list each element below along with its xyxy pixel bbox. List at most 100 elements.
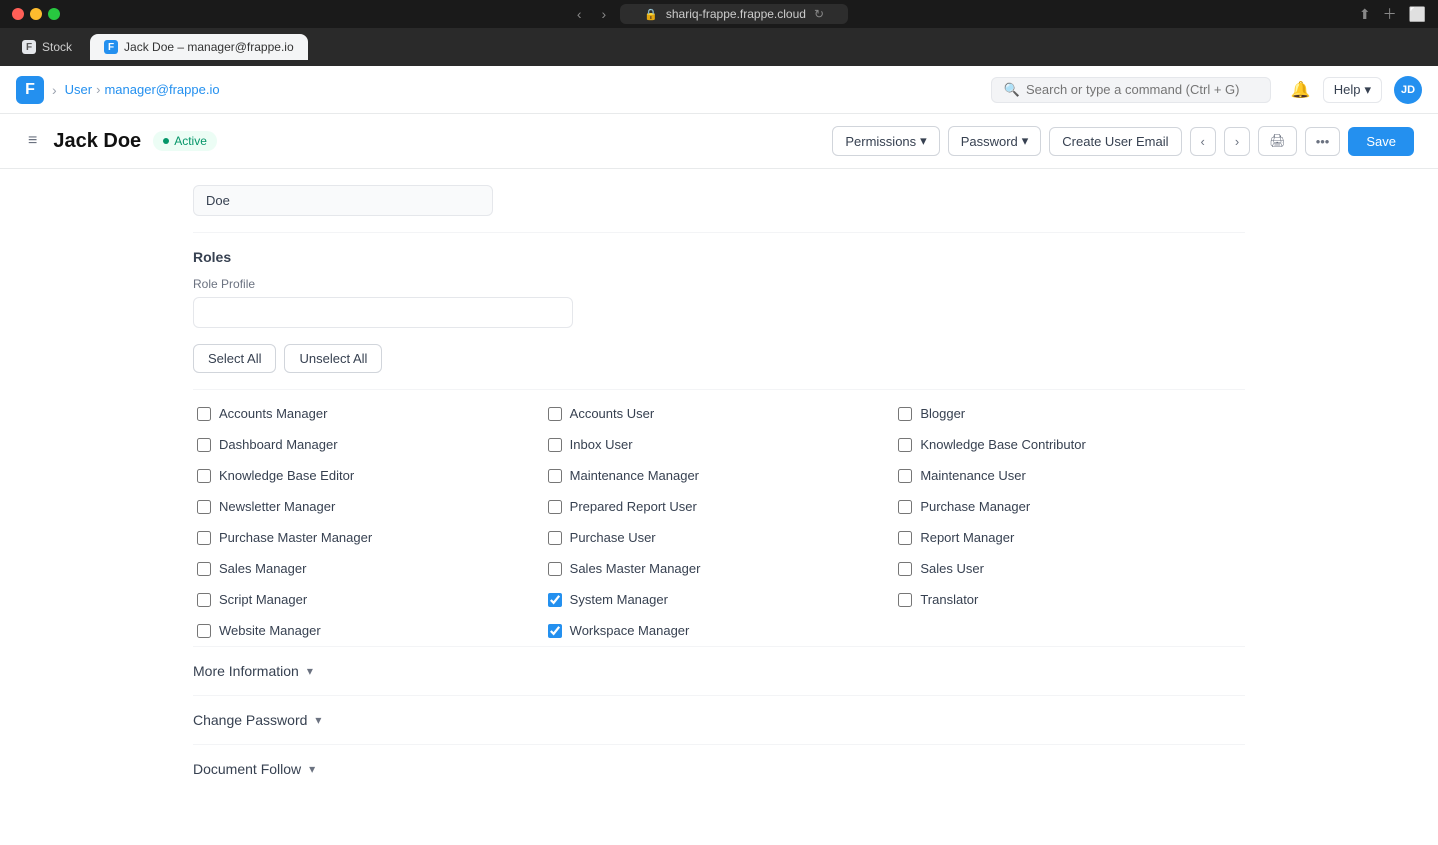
next-record-btn[interactable]: ›	[1224, 127, 1250, 156]
avatar: JD	[1394, 76, 1422, 104]
role-inbox-user-checkbox[interactable]	[548, 438, 562, 452]
notifications-btn[interactable]: 🔔	[1291, 80, 1311, 100]
role-purchase-manager-checkbox[interactable]	[898, 500, 912, 514]
role-accounts-user-label: Accounts User	[570, 406, 655, 421]
role-report-manager-label: Report Manager	[920, 530, 1014, 545]
more-information-chevron-icon: ▾	[307, 664, 313, 678]
help-chevron-icon: ▾	[1364, 82, 1371, 98]
status-label: Active	[174, 134, 207, 148]
role-system-manager-checkbox[interactable]	[548, 593, 562, 607]
role-profile-input[interactable]	[193, 297, 573, 328]
role-translator-checkbox[interactable]	[898, 593, 912, 607]
roles-col-1: Accounts User Inbox User Maintenance Man…	[544, 398, 895, 646]
role-purchase-master-manager-checkbox[interactable]	[197, 531, 211, 545]
role-sales-master-manager-label: Sales Master Manager	[570, 561, 701, 576]
save-btn[interactable]: Save	[1348, 127, 1414, 156]
help-label: Help	[1334, 82, 1361, 97]
role-website-manager-label: Website Manager	[219, 623, 321, 638]
roles-section: Roles Role Profile Select All Unselect A…	[193, 232, 1245, 646]
role-sales-master-manager: Sales Master Manager	[544, 553, 895, 584]
role-sales-master-manager-checkbox[interactable]	[548, 562, 562, 576]
search-input[interactable]	[1026, 82, 1258, 97]
role-sales-user-checkbox[interactable]	[898, 562, 912, 576]
role-inbox-user-label: Inbox User	[570, 437, 633, 452]
reload-btn[interactable]: ↻	[814, 7, 824, 21]
permissions-label: Permissions	[845, 134, 916, 149]
change-password-chevron-icon: ▾	[315, 713, 321, 727]
last-name-input[interactable]: Doe	[193, 185, 493, 216]
roles-grid: Accounts Manager Dashboard Manager Knowl…	[193, 389, 1245, 646]
role-maintenance-user-checkbox[interactable]	[898, 469, 912, 483]
role-sales-manager-checkbox[interactable]	[197, 562, 211, 576]
role-website-manager-checkbox[interactable]	[197, 624, 211, 638]
role-sales-user-label: Sales User	[920, 561, 984, 576]
prev-record-btn[interactable]: ‹	[1190, 127, 1216, 156]
role-maintenance-manager-checkbox[interactable]	[548, 469, 562, 483]
role-prepared-report-user-label: Prepared Report User	[570, 499, 697, 514]
app-header: F › User › manager@frappe.io 🔍 🔔 Help ▾ …	[0, 66, 1438, 114]
role-translator: Translator	[894, 584, 1245, 615]
tab-jack-doe[interactable]: F Jack Doe – manager@frappe.io	[90, 34, 308, 60]
role-inbox-user: Inbox User	[544, 429, 895, 460]
os-close-dot[interactable]	[12, 8, 24, 20]
role-report-manager-checkbox[interactable]	[898, 531, 912, 545]
os-nav-forward[interactable]: ›	[595, 4, 612, 24]
role-system-manager-label: System Manager	[570, 592, 668, 607]
url-bar: shariq-frappe.frappe.cloud	[666, 7, 806, 21]
split-view-btn[interactable]: ⬜	[1409, 6, 1426, 23]
breadcrumb-email[interactable]: manager@frappe.io	[104, 82, 219, 97]
tab-stock[interactable]: F Stock	[8, 34, 86, 60]
create-user-email-btn[interactable]: Create User Email	[1049, 127, 1181, 156]
role-purchase-user: Purchase User	[544, 522, 895, 553]
change-password-section[interactable]: Change Password ▾	[193, 695, 1245, 744]
print-btn[interactable]: 🖨	[1258, 126, 1297, 156]
document-follow-section[interactable]: Document Follow ▾	[193, 744, 1245, 793]
select-all-btn[interactable]: Select All	[193, 344, 276, 373]
role-purchase-manager: Purchase Manager	[894, 491, 1245, 522]
more-btn[interactable]: •••	[1305, 127, 1341, 156]
share-btn[interactable]: ⬆	[1359, 6, 1371, 23]
role-knowledge-base-contributor-checkbox[interactable]	[898, 438, 912, 452]
role-profile-label: Role Profile	[193, 277, 1245, 291]
content-inner: Doe Roles Role Profile Select All Unsele…	[169, 169, 1269, 833]
role-knowledge-base-editor-checkbox[interactable]	[197, 469, 211, 483]
role-purchase-master-manager: Purchase Master Manager	[193, 522, 544, 553]
os-minimize-dot[interactable]	[30, 8, 42, 20]
page-actions: Permissions ▾ Password ▾ Create User Ema…	[832, 126, 1414, 156]
search-icon: 🔍	[1004, 82, 1020, 98]
role-script-manager-checkbox[interactable]	[197, 593, 211, 607]
tab-stock-label: Stock	[42, 40, 72, 54]
help-btn[interactable]: Help ▾	[1323, 77, 1382, 103]
change-password-label: Change Password	[193, 712, 307, 728]
os-maximize-dot[interactable]	[48, 8, 60, 20]
role-prepared-report-user-checkbox[interactable]	[548, 500, 562, 514]
permissions-btn[interactable]: Permissions ▾	[832, 126, 939, 156]
role-purchase-user-checkbox[interactable]	[548, 531, 562, 545]
more-information-label: More Information	[193, 663, 299, 679]
role-knowledge-base-editor: Knowledge Base Editor	[193, 460, 544, 491]
role-newsletter-manager-checkbox[interactable]	[197, 500, 211, 514]
role-sales-user: Sales User	[894, 553, 1245, 584]
browser-tab-bar: F Stock F Jack Doe – manager@frappe.io	[0, 28, 1438, 66]
new-tab-btn[interactable]: ＋	[1383, 4, 1397, 24]
password-btn[interactable]: Password ▾	[948, 126, 1042, 156]
role-website-manager: Website Manager	[193, 615, 544, 646]
unselect-all-btn[interactable]: Unselect All	[284, 344, 382, 373]
select-buttons: Select All Unselect All	[193, 344, 1245, 373]
role-blogger: Blogger	[894, 398, 1245, 429]
roles-col-0: Accounts Manager Dashboard Manager Knowl…	[193, 398, 544, 646]
role-blogger-checkbox[interactable]	[898, 407, 912, 421]
status-badge: Active	[153, 131, 217, 151]
menu-icon[interactable]: ≡	[24, 128, 41, 154]
role-newsletter-manager-label: Newsletter Manager	[219, 499, 335, 514]
breadcrumb-user[interactable]: User	[65, 82, 92, 97]
page-scroll-container[interactable]: Doe Roles Role Profile Select All Unsele…	[0, 169, 1438, 845]
tab-stock-icon: F	[22, 40, 36, 54]
os-nav-back[interactable]: ‹	[571, 4, 588, 24]
role-accounts-manager-checkbox[interactable]	[197, 407, 211, 421]
role-dashboard-manager-checkbox[interactable]	[197, 438, 211, 452]
header-search[interactable]: 🔍	[991, 77, 1271, 103]
more-information-section[interactable]: More Information ▾	[193, 646, 1245, 695]
role-accounts-user-checkbox[interactable]	[548, 407, 562, 421]
role-workspace-manager-checkbox[interactable]	[548, 624, 562, 638]
